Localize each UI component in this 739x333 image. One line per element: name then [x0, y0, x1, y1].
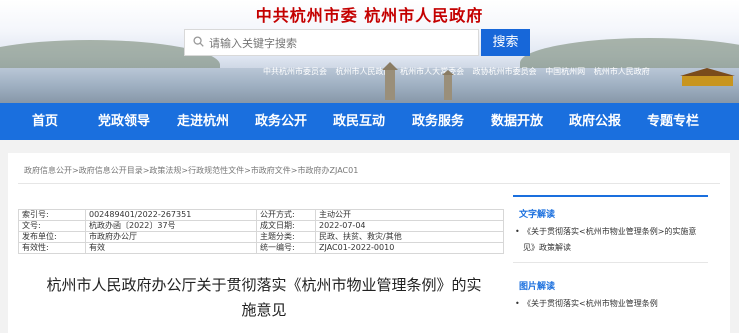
meta-key: 发布单位:	[18, 231, 86, 243]
search-icon	[193, 36, 204, 47]
nav-item-open-gov[interactable]: 政务公开	[242, 103, 320, 140]
text-interpretation-heading: 文字解读	[513, 195, 708, 224]
header-banner: 中共杭州市委 杭州市人民政府 搜索 中共杭州市委员会 杭州市人民政府 杭州市人大…	[0, 0, 739, 103]
search-box[interactable]	[184, 29, 479, 56]
meta-key: 统一编号:	[256, 242, 316, 254]
meta-value: 2022-07-04	[315, 220, 504, 232]
meta-value: 杭政办函〔2022〕37号	[85, 220, 257, 232]
document-title: 杭州市人民政府办公厅关于贯彻落实《杭州市物业管理条例》的实 施意见	[24, 273, 504, 323]
table-row: 有效性: 有效 统一编号: ZJAC01-2022-0010	[18, 242, 504, 254]
meta-value: 市政府办公厅	[85, 231, 257, 243]
quick-link[interactable]: 杭州市人民政府	[594, 67, 650, 76]
meta-value: 002489401/2022-267351	[85, 209, 257, 221]
meta-value: 有效	[85, 242, 257, 254]
image-interpretation-heading: 图片解读	[519, 282, 556, 292]
pagoda-icon	[442, 70, 454, 100]
search-input[interactable]	[207, 33, 476, 54]
divider	[513, 262, 708, 263]
search-button[interactable]: 搜索	[481, 29, 530, 56]
meta-value: 主动公开	[315, 209, 504, 221]
doc-meta-table: 索引号: 002489401/2022-267351 公开方式: 主动公开 文号…	[18, 209, 504, 254]
table-row: 索引号: 002489401/2022-267351 公开方式: 主动公开	[18, 209, 504, 221]
nav-item-about[interactable]: 走进杭州	[164, 103, 242, 140]
quick-links: 中共杭州市委员会 杭州市人民政府 杭州市人大常委会 政协杭州市委员会 中国杭州网…	[263, 66, 656, 77]
table-row: 发布单位: 市政府办公厅 主题分类: 民政、扶贫、救灾/其他	[18, 231, 504, 243]
nav-item-interaction[interactable]: 政民互动	[320, 103, 398, 140]
document-title-line: 施意见	[241, 301, 287, 319]
meta-key: 成文日期:	[256, 220, 316, 232]
meta-key: 文号:	[18, 220, 86, 232]
interpretation-sidebar: 文字解读 《关于贯彻落实<杭州市物业管理条例>的实施意见》政策解读 图片解读 《…	[513, 195, 708, 312]
image-interpretation-link[interactable]: 《关于贯彻落实<杭州市物业管理条例	[513, 296, 708, 312]
table-row: 文号: 杭政办函〔2022〕37号 成文日期: 2022-07-04	[18, 220, 504, 232]
main-nav: 首页 党政领导 走进杭州 政务公开 政民互动 政务服务 数据开放 政府公报 专题…	[0, 103, 739, 140]
nav-item-gazette[interactable]: 政府公报	[556, 103, 634, 140]
divider	[18, 183, 720, 184]
nav-item-home[interactable]: 首页	[6, 103, 84, 140]
site-title: 中共杭州市委 杭州市人民政府	[255, 6, 484, 25]
quick-link[interactable]: 政协杭州市委员会	[473, 67, 537, 76]
nav-item-topics[interactable]: 专题专栏	[634, 103, 712, 140]
content-panel: 政府信息公开>政府信息公开目录>政策法规>行政规范性文件>市政府文件>市政府办Z…	[8, 153, 730, 333]
text-interpretation-link[interactable]: 《关于贯彻落实<杭州市物业管理条例>的实施意见》政策解读	[513, 224, 708, 256]
pagoda-icon	[382, 62, 398, 100]
meta-value: 民政、扶贫、救灾/其他	[315, 231, 504, 243]
breadcrumb[interactable]: 政府信息公开>政府信息公开目录>政策法规>行政规范性文件>市政府文件>市政府办Z…	[24, 165, 358, 176]
meta-key: 索引号:	[18, 209, 86, 221]
quick-link[interactable]: 中国杭州网	[545, 67, 585, 76]
quick-link[interactable]: 中共杭州市委员会	[263, 67, 327, 76]
nav-item-services[interactable]: 政务服务	[398, 103, 478, 140]
nav-item-open-data[interactable]: 数据开放	[478, 103, 556, 140]
meta-value: ZJAC01-2022-0010	[315, 242, 504, 254]
meta-key: 主题分类:	[256, 231, 316, 243]
meta-key: 公开方式:	[256, 209, 316, 221]
document-title-line: 杭州市人民政府办公厅关于贯彻落实《杭州市物业管理条例》的实	[46, 276, 482, 294]
pavilion-icon	[680, 68, 735, 86]
meta-key: 有效性:	[18, 242, 86, 254]
nav-item-leaders[interactable]: 党政领导	[84, 103, 164, 140]
